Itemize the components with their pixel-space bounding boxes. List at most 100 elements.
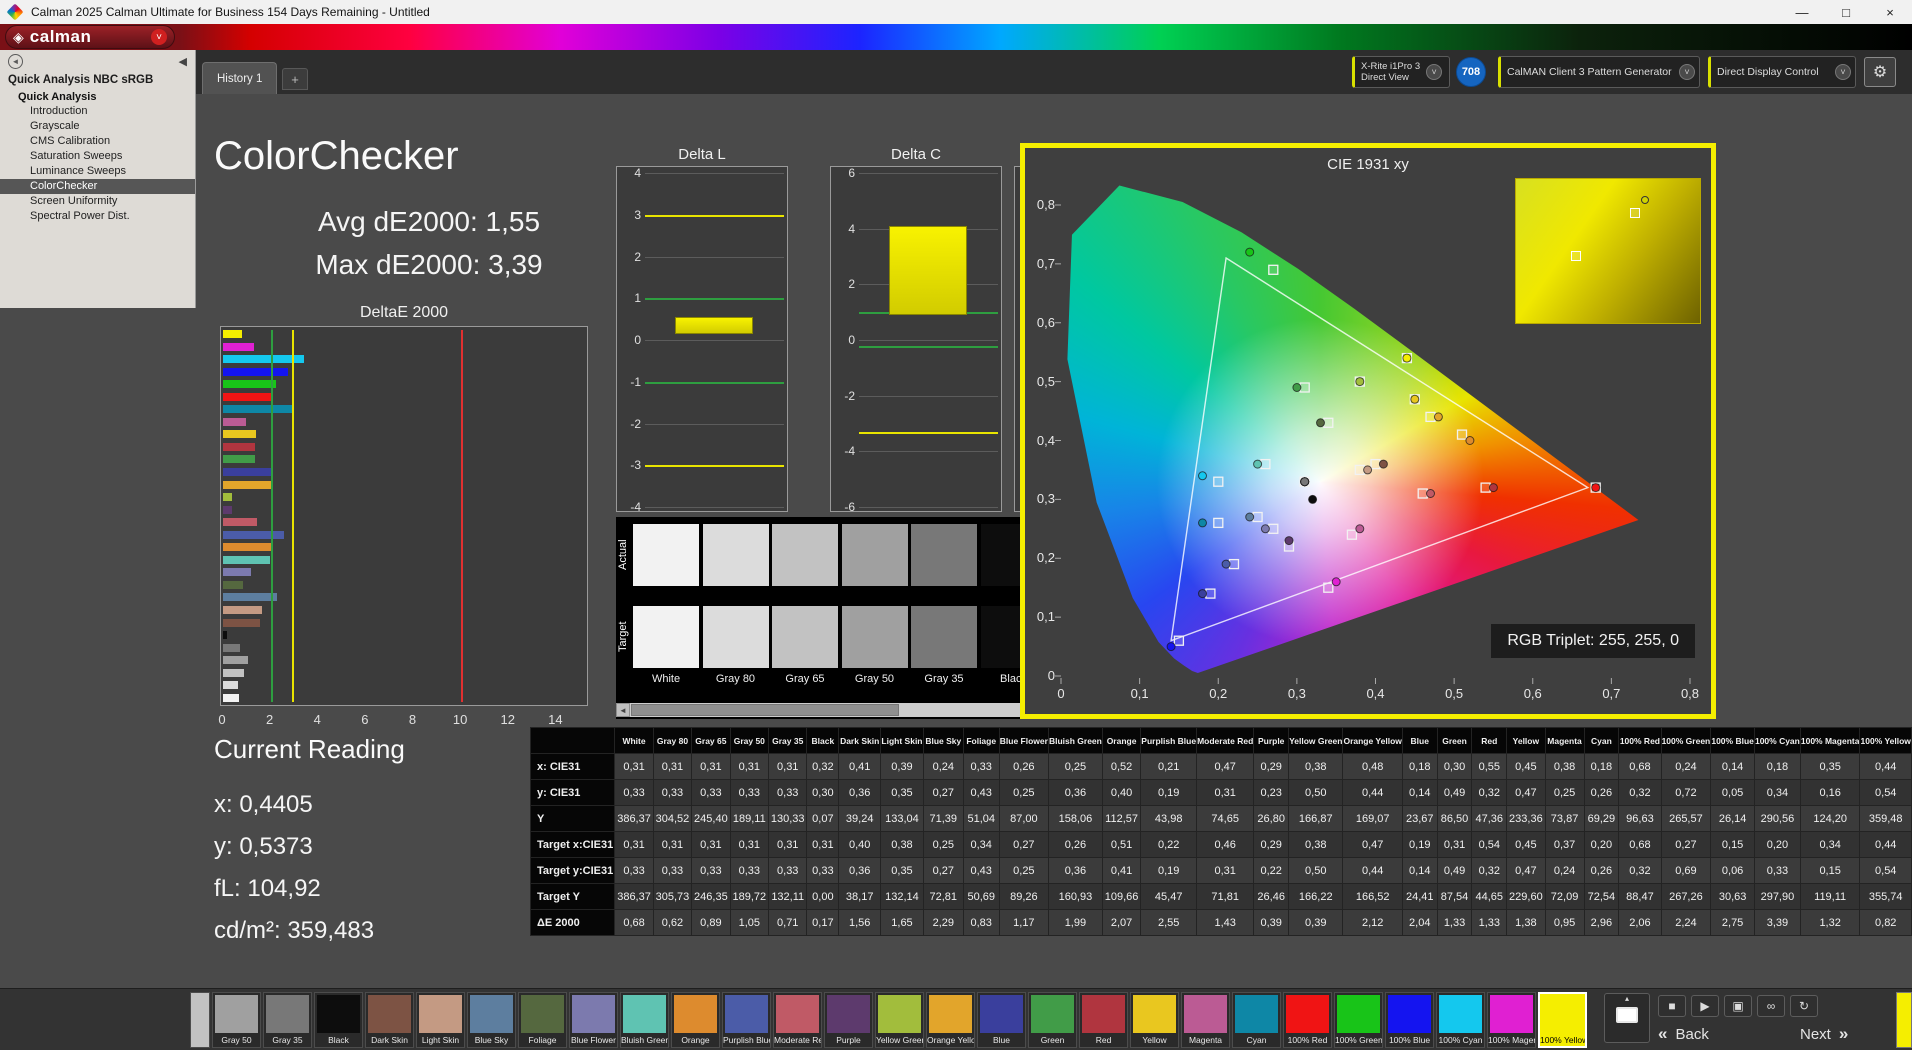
save-button[interactable]: ▣ xyxy=(1724,995,1752,1017)
axis-tick-label: 0 xyxy=(848,333,855,347)
sidebar-item-cms-calibration[interactable]: CMS Calibration xyxy=(0,134,195,149)
sidebar-collapse-icon[interactable]: ◀ xyxy=(179,55,187,68)
pattern-yellow[interactable]: Yellow xyxy=(1130,992,1179,1048)
close-button[interactable]: × xyxy=(1868,0,1912,24)
cell: 0,43 xyxy=(962,857,1000,884)
pattern-red[interactable]: Red xyxy=(1079,992,1128,1048)
pattern-cyan[interactable]: Cyan xyxy=(1232,992,1281,1048)
chart-delta-l: Delta L 4 3 2 1 0 -1 -2 -3 -4 xyxy=(616,146,788,514)
pattern-orange-yellow[interactable]: Orange Yellow xyxy=(926,992,975,1048)
cell: 0,38 xyxy=(1544,753,1585,780)
pattern-black[interactable]: Black xyxy=(314,992,363,1048)
pattern-dark-skin[interactable]: Dark Skin xyxy=(365,992,414,1048)
sidebar-item-introduction[interactable]: Introduction xyxy=(0,104,195,119)
meter-chevron-down-icon[interactable]: ˅ xyxy=(1426,64,1443,80)
pattern-magenta[interactable]: Magenta xyxy=(1181,992,1230,1048)
pattern-100-magenta[interactable]: 100% Magenta xyxy=(1487,992,1536,1048)
pattern-100-red[interactable]: 100% Red xyxy=(1283,992,1332,1048)
maximize-button[interactable]: □ xyxy=(1824,0,1868,24)
cell: 26,14 xyxy=(1710,805,1755,832)
cell: 166,87 xyxy=(1288,805,1344,832)
pattern-window-icon xyxy=(1616,1007,1638,1023)
sidebar-item-colorchecker[interactable]: ColorChecker xyxy=(0,179,195,194)
deltae-bar-light-skin xyxy=(223,606,263,615)
cell: 47,36 xyxy=(1471,805,1508,832)
play-button[interactable]: ▶ xyxy=(1691,995,1719,1017)
deltae-bar-bluish-green xyxy=(223,555,271,564)
pattern-gray-35[interactable]: Gray 35 xyxy=(263,992,312,1048)
scrollbar-thumb[interactable] xyxy=(631,704,899,716)
pattern-100-yellow[interactable]: 100% Yellow xyxy=(1538,992,1587,1048)
cell: 0,33 xyxy=(768,779,808,806)
cell: 0,31 xyxy=(1196,857,1255,884)
cell: 1,05 xyxy=(729,909,770,936)
minimize-button[interactable]: — xyxy=(1780,0,1824,24)
sidebar-item-spectral-power-dist-[interactable]: Spectral Power Dist. xyxy=(0,209,195,224)
current-reading-y: y: 0,5373 xyxy=(214,833,313,860)
stop-button[interactable]: ■ xyxy=(1658,995,1686,1017)
pattern-100-green[interactable]: 100% Green xyxy=(1334,992,1383,1048)
sidebar-item-saturation-sweeps[interactable]: Saturation Sweeps xyxy=(0,149,195,164)
pattern-light-skin[interactable]: Light Skin xyxy=(416,992,465,1048)
cell: 0,95 xyxy=(1544,909,1585,936)
pattern-moderate-red[interactable]: Moderate Red xyxy=(773,992,822,1048)
pattern-generator-chevron-down-icon[interactable]: ˅ xyxy=(1679,64,1695,80)
cell: 50,69 xyxy=(962,883,1000,910)
pattern-100-cyan[interactable]: 100% Cyan xyxy=(1436,992,1485,1048)
pattern-generator-select[interactable]: CalMAN Client 3 Pattern Generator ˅ xyxy=(1498,56,1700,88)
sidebar-item-screen-uniformity[interactable]: Screen Uniformity xyxy=(0,194,195,209)
workflow-back-icon[interactable]: ◄ xyxy=(8,53,23,69)
pattern-color xyxy=(1184,995,1227,1033)
meter-badge[interactable]: 708 xyxy=(1456,57,1486,87)
pattern-window-button[interactable]: ▴ xyxy=(1604,993,1650,1043)
refresh-button[interactable]: ↻ xyxy=(1790,995,1818,1017)
chart-title: Delta C xyxy=(890,146,942,163)
pattern-blue-flower[interactable]: Blue Flower xyxy=(569,992,618,1048)
sidebar-root-node[interactable]: Quick Analysis xyxy=(0,90,195,104)
pattern-gray-50[interactable]: Gray 50 xyxy=(212,992,261,1048)
col-header: Purplish Blue xyxy=(1140,727,1198,754)
swatch-col-label: White xyxy=(651,673,681,685)
tab-history-1[interactable]: History 1 xyxy=(202,62,278,94)
next-button[interactable]: Next » xyxy=(1800,1023,1848,1045)
display-control-select[interactable]: Direct Display Control ˅ xyxy=(1708,56,1856,88)
pattern-partial-right[interactable] xyxy=(1896,992,1912,1048)
pattern-partial-left[interactable] xyxy=(190,992,210,1048)
back-button[interactable]: « Back xyxy=(1658,1023,1709,1045)
pattern-purplish-blue[interactable]: Purplish Blue xyxy=(722,992,771,1048)
scroll-left-icon[interactable]: ◄ xyxy=(616,703,630,717)
loop-button[interactable]: ∞ xyxy=(1757,995,1785,1017)
settings-button[interactable]: ⚙ xyxy=(1864,57,1896,87)
col-header: Green xyxy=(1436,727,1473,754)
cell: 109,66 xyxy=(1101,883,1142,910)
sidebar-item-luminance-sweeps[interactable]: Luminance Sweeps xyxy=(0,164,195,179)
pattern-green[interactable]: Green xyxy=(1028,992,1077,1048)
logo-chevron-down-icon[interactable]: ˅ xyxy=(151,29,167,45)
cell: 0,82 xyxy=(1859,909,1912,936)
pattern-bluish-green[interactable]: Bluish Green xyxy=(620,992,669,1048)
pattern-color xyxy=(368,995,411,1033)
meter-select[interactable]: X-Rite i1Pro 3 Direct View ˅ xyxy=(1352,56,1450,88)
swatch-col-label: Gray 65 xyxy=(785,673,825,685)
pattern-blue[interactable]: Blue xyxy=(977,992,1026,1048)
cell: 386,37 xyxy=(614,883,654,910)
pattern-label: Orange Yellow xyxy=(927,1035,974,1045)
calman-menu-button[interactable]: ◈ calman ˅ xyxy=(5,25,175,49)
pattern-bar: Gray 50 Gray 35 Black Dark Skin Light Skin Bl… xyxy=(0,988,1912,1050)
sidebar-item-grayscale[interactable]: Grayscale xyxy=(0,119,195,134)
cie-x-tick: 0,4 xyxy=(1366,686,1385,701)
pattern-label: Yellow Green xyxy=(876,1035,923,1045)
cell: 2,04 xyxy=(1401,909,1438,936)
pattern-100-blue[interactable]: 100% Blue xyxy=(1385,992,1434,1048)
pattern-yellow-green[interactable]: Yellow Green xyxy=(875,992,924,1048)
pattern-blue-sky[interactable]: Blue Sky xyxy=(467,992,516,1048)
cell: 0,49 xyxy=(1436,779,1473,806)
table-header-row: White Gray 80 Gray 65 Gray 50 Gray 35 Black Da… xyxy=(530,727,1912,754)
col-header: Moderate Red xyxy=(1196,727,1255,754)
pattern-foliage[interactable]: Foliage xyxy=(518,992,567,1048)
pattern-purple[interactable]: Purple xyxy=(824,992,873,1048)
pattern-orange[interactable]: Orange xyxy=(671,992,720,1048)
cell: 233,36 xyxy=(1506,805,1546,832)
display-control-chevron-down-icon[interactable]: ˅ xyxy=(1835,64,1851,80)
tab-add-button[interactable]: + xyxy=(282,68,308,90)
